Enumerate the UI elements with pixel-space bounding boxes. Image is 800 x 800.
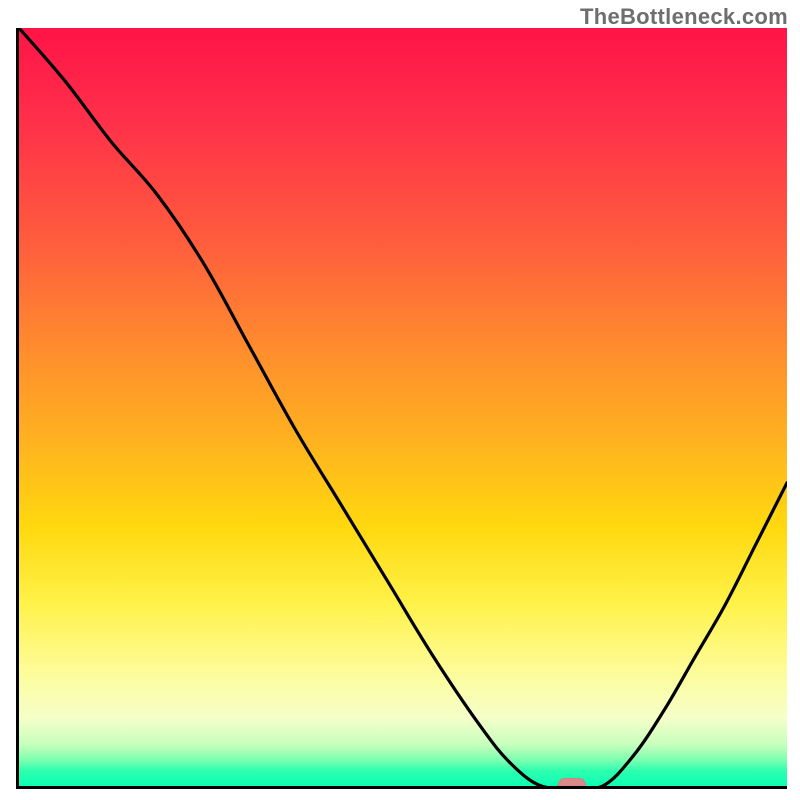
bottleneck-curve — [19, 28, 787, 786]
plot-area — [16, 28, 787, 789]
optimal-point-marker — [558, 778, 586, 789]
watermark-text: TheBottleneck.com — [580, 4, 788, 30]
chart-stage: TheBottleneck.com — [0, 0, 800, 800]
